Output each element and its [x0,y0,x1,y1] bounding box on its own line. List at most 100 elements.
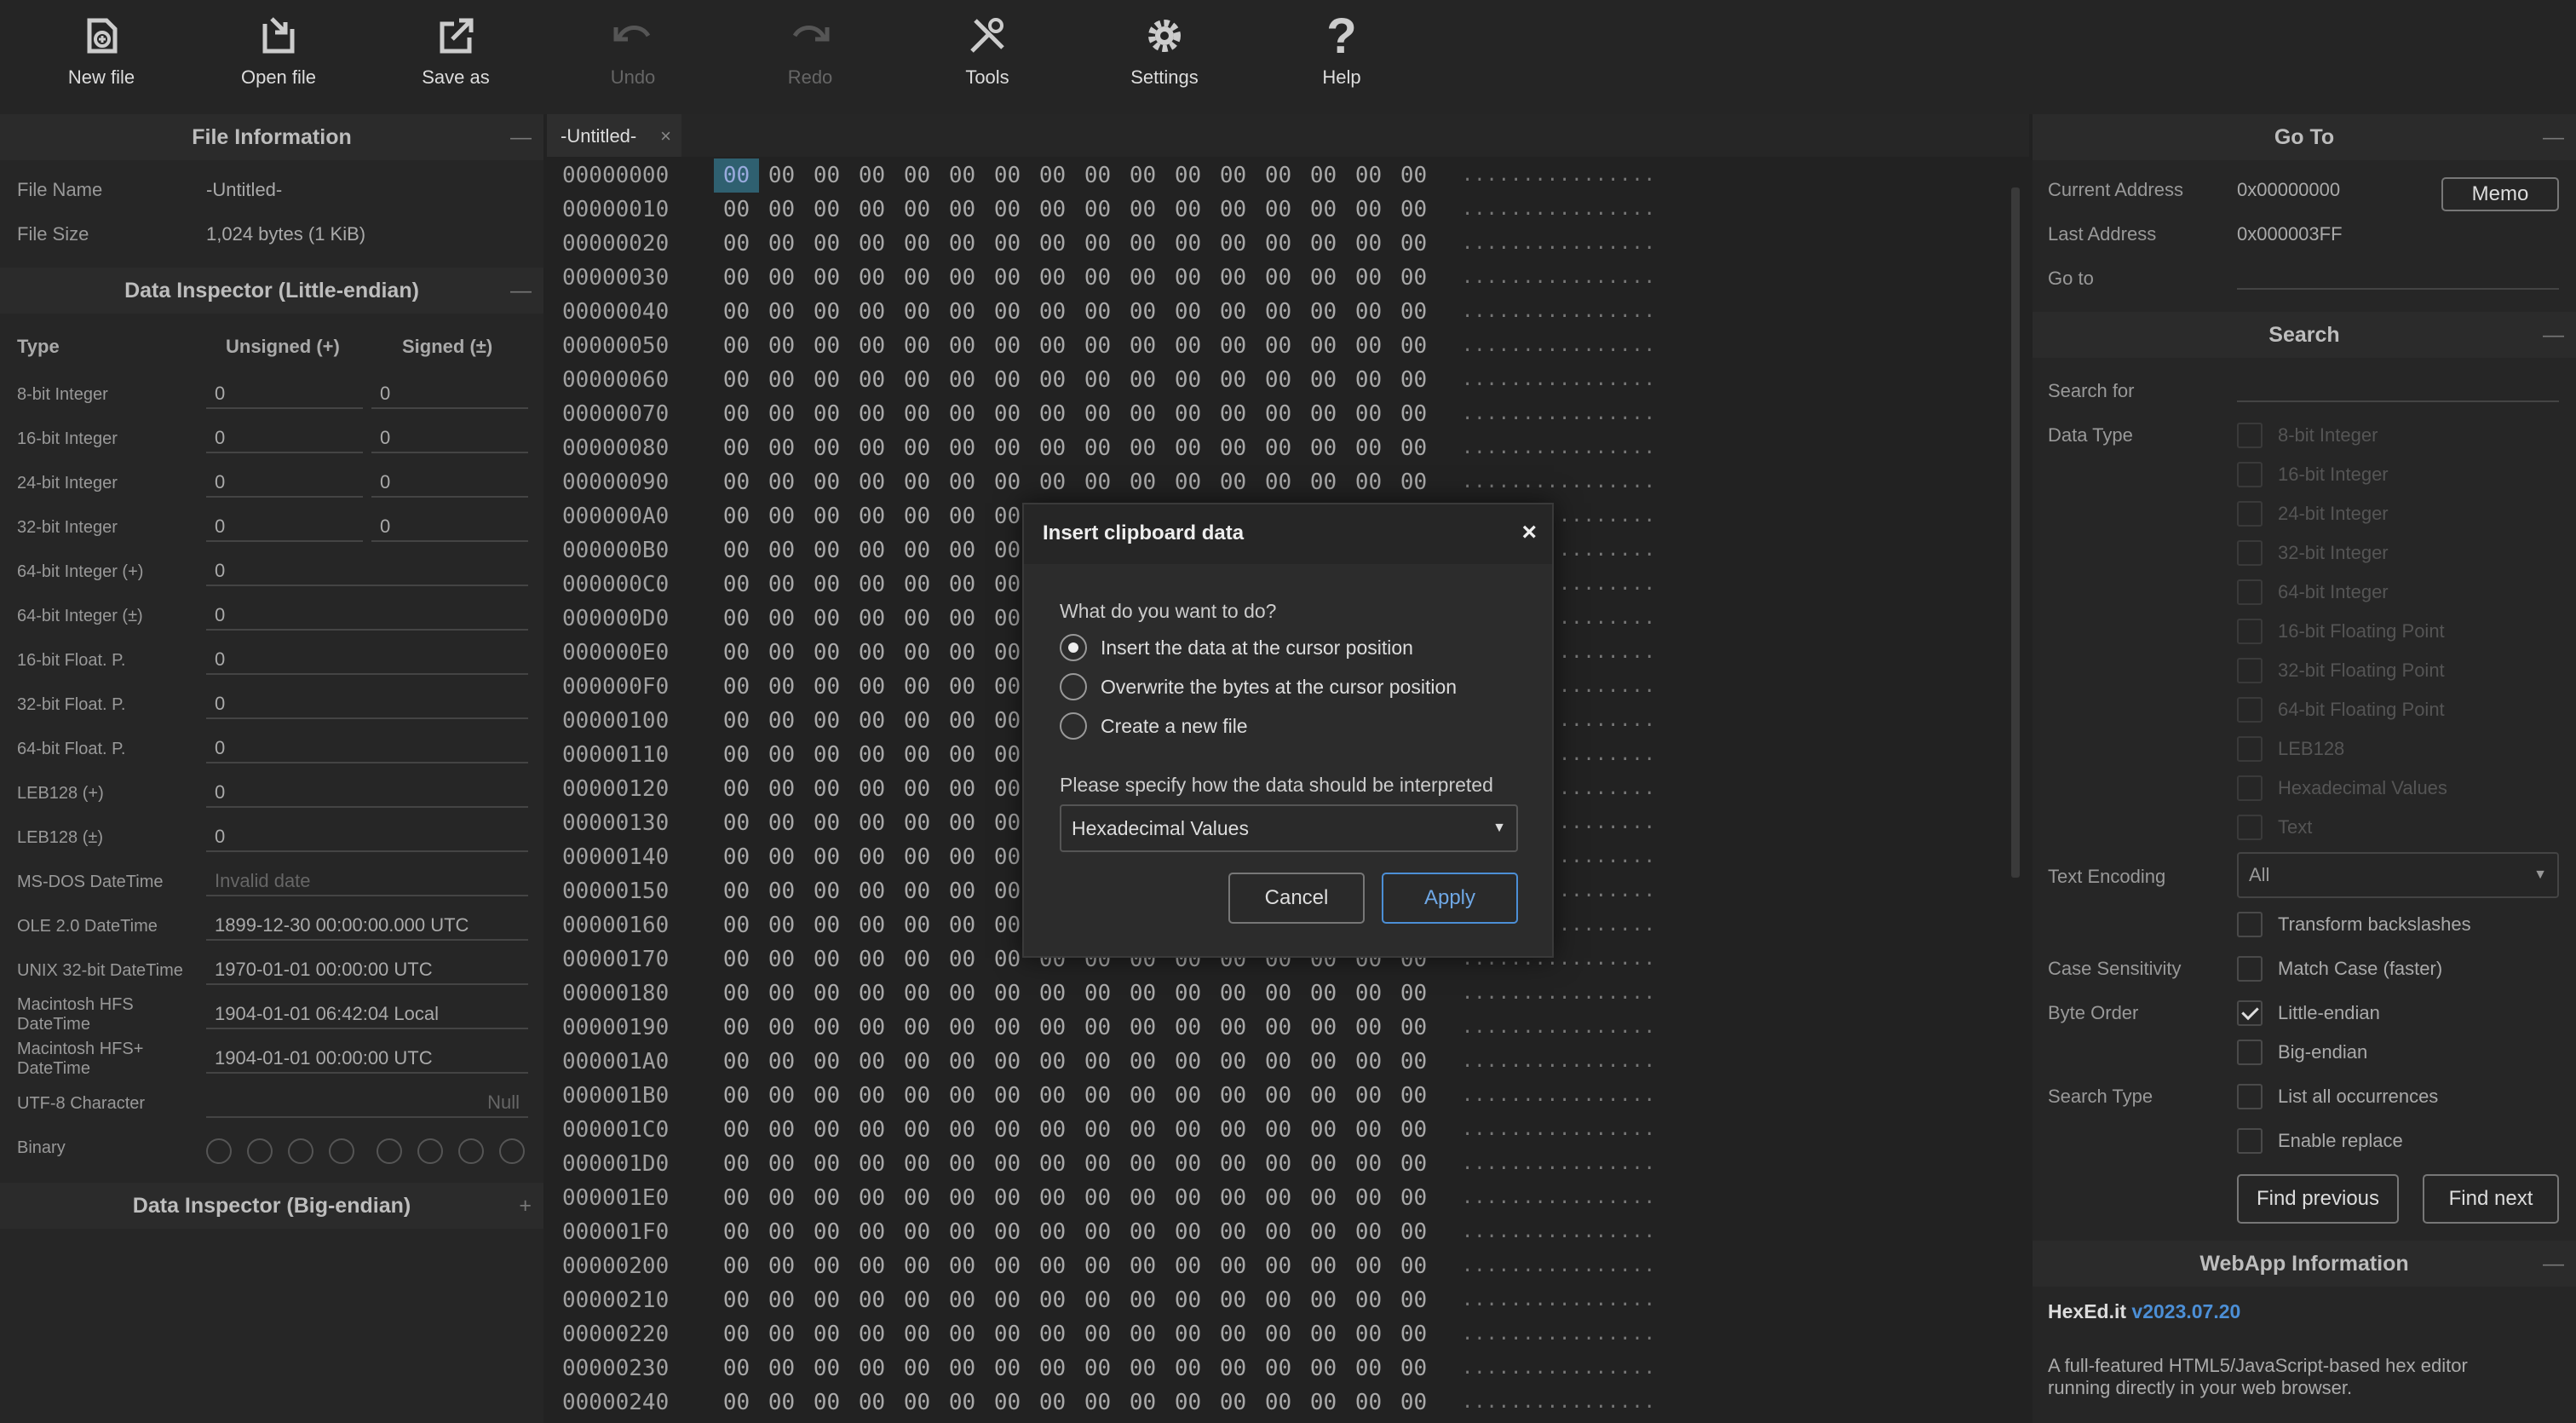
hex-byte[interactable]: 00 [1210,1079,1256,1113]
hex-byte[interactable]: 00 [1210,1011,1256,1045]
inspector-signed-field[interactable]: 0 [371,469,528,498]
hex-byte[interactable]: 00 [849,670,894,704]
hex-byte[interactable]: 00 [985,397,1030,431]
inspector-value-field[interactable]: 0 [206,557,528,586]
hex-byte[interactable]: 00 [940,908,985,942]
hex-byte[interactable]: 00 [759,329,804,363]
hex-byte[interactable]: 00 [1346,1249,1391,1283]
hex-byte[interactable]: 00 [1256,1317,1301,1351]
hex-byte[interactable]: 00 [1165,1283,1210,1317]
hex-byte[interactable]: 00 [894,465,940,499]
hex-byte[interactable]: 00 [759,704,804,738]
text-encoding-select[interactable]: All ▼ [2237,852,2559,898]
hex-byte[interactable]: 00 [849,1215,894,1249]
hex-byte[interactable]: 00 [804,363,849,397]
list-all-checkbox[interactable] [2237,1084,2263,1109]
ascii-column[interactable]: ................ [1462,329,1656,363]
hex-byte[interactable]: 00 [1165,465,1210,499]
hex-byte[interactable]: 00 [1030,1011,1075,1045]
hex-byte[interactable]: 00 [849,908,894,942]
hex-byte[interactable]: 00 [1075,1351,1120,1386]
hex-byte[interactable]: 00 [985,465,1030,499]
hex-byte[interactable]: 00 [1165,1317,1210,1351]
hex-byte[interactable]: 00 [714,533,759,567]
hex-byte[interactable]: 00 [894,1079,940,1113]
hex-byte[interactable]: 00 [1346,1181,1391,1215]
hex-byte[interactable]: 00 [1030,1079,1075,1113]
hex-byte[interactable]: 00 [1075,977,1120,1011]
hex-byte[interactable]: 00 [849,158,894,193]
ascii-column[interactable]: ................ [1462,295,1656,329]
hex-byte[interactable]: 00 [1301,1045,1346,1079]
hex-byte[interactable]: 00 [804,329,849,363]
ascii-column[interactable]: ................ [1462,977,1656,1011]
ascii-column[interactable]: ................ [1462,1351,1656,1386]
hex-byte[interactable]: 00 [714,465,759,499]
hex-byte[interactable]: 00 [894,602,940,636]
hex-byte[interactable]: 00 [1210,1249,1256,1283]
ascii-column[interactable]: ................ [1462,227,1656,261]
hex-byte[interactable]: 00 [714,772,759,806]
hex-byte[interactable]: 00 [759,261,804,295]
hex-byte[interactable]: 00 [849,704,894,738]
hex-byte[interactable]: 00 [940,158,985,193]
hex-byte[interactable]: 00 [940,1386,985,1420]
hex-byte[interactable]: 00 [1030,193,1075,227]
hex-byte[interactable]: 00 [1030,1249,1075,1283]
hex-byte[interactable]: 00 [1256,261,1301,295]
dialog-option-radio[interactable] [1060,634,1087,661]
hex-byte[interactable]: 00 [714,1351,759,1386]
hex-byte[interactable]: 00 [1301,261,1346,295]
hex-byte[interactable]: 00 [894,193,940,227]
hex-byte[interactable]: 00 [1391,431,1436,465]
hex-byte[interactable]: 00 [894,1045,940,1079]
hex-byte[interactable]: 00 [804,227,849,261]
hex-byte[interactable]: 00 [1301,1147,1346,1181]
hex-byte[interactable]: 00 [714,431,759,465]
hex-byte[interactable]: 00 [1391,1113,1436,1147]
data-type-checkbox[interactable] [2237,540,2263,566]
hex-byte[interactable]: 00 [804,295,849,329]
hex-byte[interactable]: 00 [1030,1386,1075,1420]
hex-byte[interactable]: 00 [714,704,759,738]
hex-byte[interactable]: 00 [894,636,940,670]
hex-byte[interactable]: 00 [1301,431,1346,465]
hex-byte[interactable]: 00 [714,942,759,977]
find-previous-button[interactable]: Find previous [2237,1174,2399,1224]
ascii-column[interactable]: ................ [1462,1113,1656,1147]
hex-byte[interactable]: 00 [1346,295,1391,329]
hex-byte[interactable]: 00 [940,1283,985,1317]
hex-byte[interactable]: 00 [1346,1386,1391,1420]
hex-byte[interactable]: 00 [1210,363,1256,397]
hex-byte[interactable]: 00 [940,806,985,840]
hex-byte[interactable]: 00 [1346,1147,1391,1181]
hex-byte[interactable]: 00 [1391,1215,1436,1249]
inspector-value-field[interactable]: 1970-01-01 00:00:00 UTC [206,956,528,985]
hex-byte[interactable]: 00 [894,908,940,942]
hex-byte[interactable]: 00 [1210,158,1256,193]
hex-byte[interactable]: 00 [759,1147,804,1181]
hex-byte[interactable]: 00 [1120,295,1165,329]
hex-byte[interactable]: 00 [894,533,940,567]
hex-byte[interactable]: 00 [759,1283,804,1317]
hex-byte[interactable]: 00 [759,636,804,670]
hex-byte[interactable]: 00 [714,602,759,636]
hex-byte[interactable]: 00 [940,397,985,431]
cancel-button[interactable]: Cancel [1228,873,1365,924]
hex-byte[interactable]: 00 [804,908,849,942]
hex-byte[interactable]: 00 [849,1045,894,1079]
hex-byte[interactable]: 00 [714,1386,759,1420]
hex-byte[interactable]: 00 [985,431,1030,465]
hex-byte[interactable]: 00 [1210,1045,1256,1079]
hex-byte[interactable]: 00 [940,465,985,499]
hex-byte[interactable]: 00 [1346,1283,1391,1317]
hex-byte[interactable]: 00 [940,977,985,1011]
hex-byte[interactable]: 00 [1256,329,1301,363]
hex-byte[interactable]: 00 [804,1113,849,1147]
hex-byte[interactable]: 00 [1391,261,1436,295]
inspector-signed-field[interactable]: 0 [371,513,528,542]
hex-byte[interactable]: 00 [1210,295,1256,329]
hex-byte[interactable]: 00 [759,1079,804,1113]
hex-byte[interactable]: 00 [714,1045,759,1079]
ascii-column[interactable]: ................ [1462,1011,1656,1045]
